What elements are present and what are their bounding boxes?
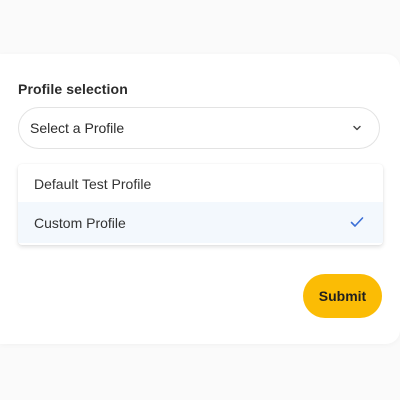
- profile-select-value: Select a Profile: [30, 120, 125, 136]
- option-custom-profile[interactable]: Custom Profile: [18, 202, 383, 243]
- profile-select[interactable]: Select a Profile: [18, 107, 380, 149]
- profile-selection-label: Profile selection: [18, 81, 128, 97]
- submit-button[interactable]: Submit: [303, 274, 382, 318]
- profile-form-card: Profile selection Select a Profile Defau…: [0, 54, 400, 344]
- checkmark-icon: [349, 214, 365, 230]
- profile-dropdown-menu: Default Test Profile Custom Profile: [18, 164, 383, 245]
- option-default-test-profile[interactable]: Default Test Profile: [18, 166, 383, 202]
- chevron-down-icon: [347, 118, 367, 138]
- option-label: Default Test Profile: [34, 176, 152, 192]
- option-label: Custom Profile: [34, 214, 126, 231]
